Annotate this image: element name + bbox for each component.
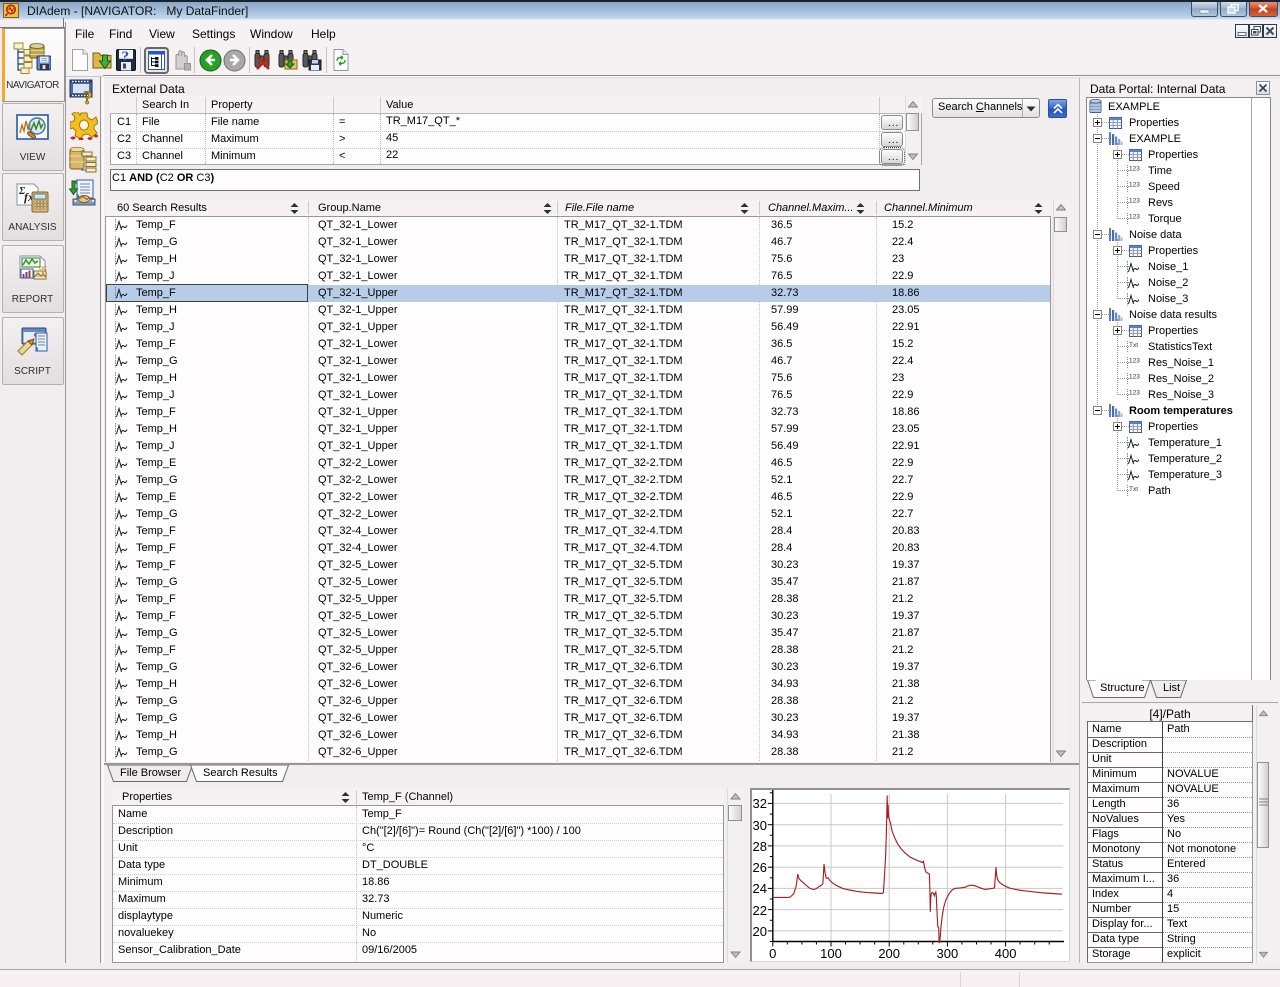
svg-text:123: 123: [1129, 198, 1140, 205]
svg-text:Txt: Txt: [1129, 486, 1138, 493]
svg-text:123: 123: [1129, 182, 1140, 189]
svg-text:123: 123: [1129, 374, 1140, 381]
svg-text:Txt: Txt: [1129, 342, 1138, 349]
svg-text:123: 123: [1129, 214, 1140, 221]
svg-text:?: ?: [83, 88, 93, 107]
svg-text:123: 123: [1129, 166, 1140, 173]
svg-text:?: ?: [122, 49, 130, 65]
svg-text:123: 123: [1129, 390, 1140, 397]
svg-text:123: 123: [1129, 358, 1140, 365]
